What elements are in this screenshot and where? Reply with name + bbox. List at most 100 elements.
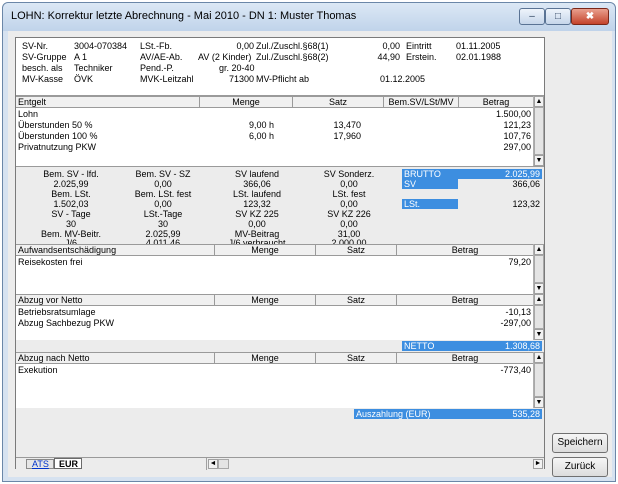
column-header: Betrag — [451, 295, 479, 305]
info-value: 01.11.2005 — [456, 41, 501, 51]
cell-name: Lohn — [18, 109, 39, 119]
info-label: Eintritt — [406, 41, 432, 51]
minimize-icon: – — [529, 11, 535, 22]
lst-bar: LSt. — [402, 199, 458, 209]
abzug-nach-header: Abzug nach Netto Menge Satz Betrag — [16, 352, 533, 364]
scroll-thumb[interactable] — [534, 255, 544, 283]
cell-betrag: -297,00 — [500, 318, 531, 328]
cell-name: Privatnutzung PKW — [18, 142, 97, 152]
scroll-up-icon[interactable]: ▲ — [534, 244, 544, 255]
info-value: AV (2 Kinder) — [198, 52, 252, 62]
application-window: LOHN: Korrektur letzte Abrechnung - Mai … — [2, 2, 616, 482]
column-header: Menge — [251, 295, 279, 305]
currency-tabs: ATS EUR ◄ ► — [16, 457, 544, 470]
column-header: Betrag — [451, 353, 479, 363]
aufwand-header: Aufwandsentschädigung Menge Satz Betrag — [16, 244, 533, 256]
netto-label: NETTO — [404, 341, 435, 351]
scroll-right-icon[interactable]: ► — [533, 459, 543, 469]
brutto-bar: BRUTTO 2.025,99 — [402, 169, 542, 179]
payroll-panel: SV-Nr. SV-Gruppe besch. als MV-Kasse 300… — [15, 37, 545, 470]
column-header: Betrag — [482, 97, 510, 107]
info-value: 44,90 — [377, 52, 400, 62]
info-label: MV-Kasse — [22, 74, 64, 84]
tab-eur[interactable]: EUR — [54, 458, 82, 469]
abzug-nach-scrollbar[interactable]: ▲ ▼ — [533, 352, 544, 408]
totals-panel: Bem. SV - lfd. 2.025,99 Bem. LSt. 1.502,… — [16, 166, 544, 248]
minimize-button[interactable]: – — [519, 8, 545, 25]
info-label: Zul./Zuschl.§68(2) — [256, 52, 329, 62]
column-header: Satz — [346, 295, 365, 305]
payout-label: Auszahlung (EUR) — [356, 409, 431, 419]
info-value: Techniker — [74, 63, 113, 73]
entgelt-scrollbar[interactable]: ▲ ▼ — [533, 96, 544, 166]
scroll-down-icon[interactable]: ▼ — [534, 397, 544, 408]
info-value: A 1 — [74, 52, 88, 62]
cell-name: Abzug Sachbezug PKW — [18, 318, 115, 328]
scroll-left-icon[interactable]: ◄ — [208, 459, 218, 469]
column-header: Menge — [232, 97, 260, 107]
cell-menge: 6,00 h — [248, 131, 274, 141]
aufwand-list: Reisekosten frei 79,20 — [16, 256, 533, 294]
maximize-icon: □ — [554, 11, 562, 22]
abzug-vor-header: Abzug vor Netto Menge Satz Betrag — [16, 294, 533, 306]
cell-betrag: 121,23 — [503, 120, 531, 130]
cell-menge: 9,00 h — [248, 120, 274, 130]
column-header: Satz — [328, 97, 347, 107]
info-value: 01.12.2005 — [380, 74, 426, 84]
scroll-down-icon[interactable]: ▼ — [534, 155, 544, 166]
cell-betrag: 297,00 — [503, 142, 531, 152]
scroll-thumb[interactable] — [534, 107, 544, 155]
scroll-thumb[interactable] — [534, 363, 544, 397]
abzug-vor-list: Betriebsratsumlage -10,13 Abzug Sachbezu… — [16, 306, 533, 340]
back-button[interactable]: Zurück — [552, 457, 608, 477]
scroll-down-icon[interactable]: ▼ — [534, 283, 544, 294]
column-header: Entgelt — [18, 97, 47, 107]
tab-label: ATS — [32, 459, 49, 469]
column-header: Bem.SV/LSt/MV — [388, 97, 454, 107]
column-header: Betrag — [451, 245, 479, 255]
abzug-nach-list: Exekution -773,40 — [16, 364, 533, 408]
cell-betrag: 1.500,00 — [495, 109, 531, 119]
aufwand-scrollbar[interactable]: ▲ ▼ — [533, 244, 544, 294]
lst-value: 123,32 — [512, 199, 540, 209]
scroll-up-icon[interactable]: ▲ — [534, 352, 544, 363]
info-value: 3004-070384 — [74, 41, 128, 51]
column-header: Abzug nach Netto — [18, 353, 90, 363]
lst-label: LSt. — [404, 199, 421, 209]
info-label: SV-Gruppe — [22, 52, 67, 62]
cell-betrag: -10,13 — [505, 307, 531, 317]
window-title: LOHN: Korrektur letzte Abrechnung - Mai … — [11, 10, 357, 22]
horizontal-scrollbar[interactable]: ◄ ► — [206, 458, 544, 470]
info-value: 71300 — [228, 74, 254, 84]
scroll-up-icon[interactable]: ▲ — [534, 294, 544, 305]
tab-ats[interactable]: ATS — [26, 459, 54, 469]
client-area: SV-Nr. SV-Gruppe besch. als MV-Kasse 300… — [8, 31, 612, 477]
scroll-thumb[interactable] — [534, 305, 544, 329]
info-label: Zul./Zuschl.§68(1) — [256, 41, 329, 51]
payout-value: 535,28 — [512, 409, 540, 419]
save-button[interactable]: Speichern — [552, 433, 608, 453]
payout-bar: Auszahlung (EUR) 535,28 — [354, 409, 542, 419]
cell-betrag: 107,76 — [503, 131, 531, 141]
scroll-down-icon[interactable]: ▼ — [534, 329, 544, 340]
info-value: ÖVK — [74, 74, 94, 84]
title-bar[interactable]: LOHN: Korrektur letzte Abrechnung - Mai … — [3, 3, 615, 31]
close-button[interactable]: ✖ — [571, 8, 609, 25]
column-header: Abzug vor Netto — [18, 295, 83, 305]
info-label: AV/AE-Ab. — [140, 52, 183, 62]
entgelt-list: Lohn 1.500,00 Überstunden 50 % 9,00 h 13… — [16, 108, 533, 166]
maximize-button[interactable]: □ — [545, 8, 571, 25]
scroll-up-icon[interactable]: ▲ — [534, 96, 544, 107]
info-label: besch. als — [22, 63, 63, 73]
scroll-thumb[interactable] — [218, 459, 229, 469]
cell-satz: 13,470 — [333, 120, 361, 130]
cell-name: Überstunden 50 % — [18, 120, 93, 130]
entgelt-header: Entgelt Menge Satz Bem.SV/LSt/MV Betrag — [16, 96, 533, 108]
netto-value: 1.308,68 — [504, 341, 540, 351]
sv-bar: SV — [402, 179, 458, 189]
info-label: Pend.-P. — [140, 63, 174, 73]
info-value: 02.01.1988 — [456, 52, 502, 62]
tab-label: EUR — [59, 459, 79, 469]
abzug-vor-scrollbar[interactable]: ▲ ▼ — [533, 294, 544, 340]
column-header: Satz — [346, 353, 365, 363]
